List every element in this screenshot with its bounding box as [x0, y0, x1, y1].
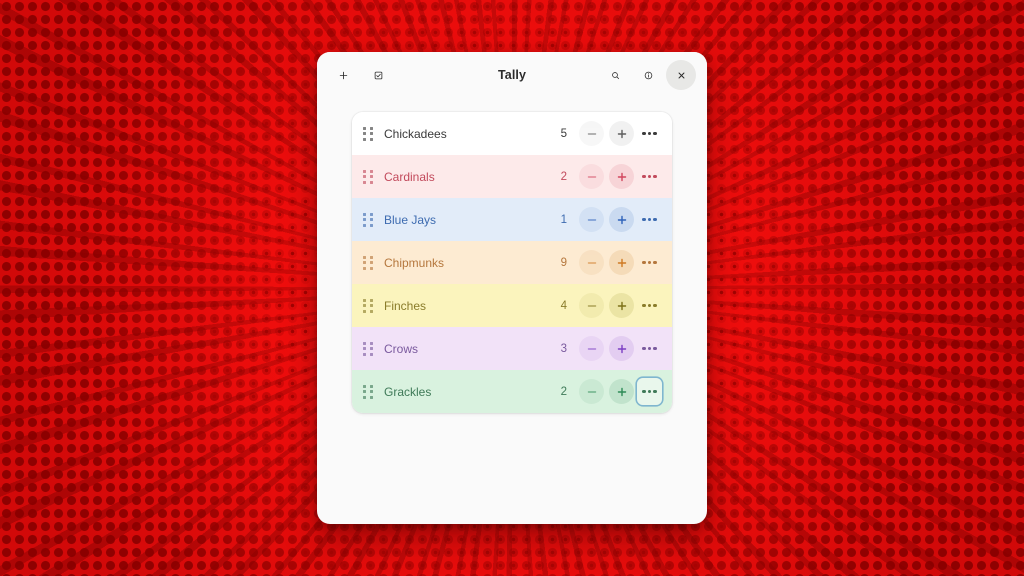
- ellipsis-icon: [642, 174, 657, 179]
- desktop-background: Tally Chickadees 5 Cardinals 2 Blue Jays…: [0, 0, 1024, 576]
- table-row[interactable]: Finches 4: [352, 284, 672, 327]
- increment-button[interactable]: [609, 293, 634, 318]
- window-content: Chickadees 5 Cardinals 2 Blue Jays 1 Chipmunks…: [317, 98, 707, 524]
- row-count: 2: [560, 385, 567, 398]
- header-right-controls: [600, 60, 696, 90]
- minus-icon: [587, 304, 596, 307]
- minus-icon: [587, 390, 596, 393]
- minus-icon: [587, 218, 596, 221]
- row-label: Finches: [384, 298, 427, 313]
- plus-icon: [617, 258, 626, 267]
- drag-handle-icon[interactable]: [361, 212, 375, 228]
- drag-handle-icon[interactable]: [361, 298, 375, 314]
- ellipsis-icon: [642, 303, 657, 308]
- row-label: Cardinals: [384, 169, 435, 184]
- drag-handle-icon[interactable]: [361, 126, 375, 142]
- increment-button[interactable]: [609, 207, 634, 232]
- checkbox-checked-icon: [374, 71, 382, 79]
- row-count: 9: [560, 256, 567, 269]
- ellipsis-icon: [642, 260, 657, 265]
- close-icon: [678, 72, 684, 78]
- decrement-button[interactable]: [579, 293, 604, 318]
- select-mode-button[interactable]: [363, 60, 393, 90]
- increment-button[interactable]: [609, 336, 634, 361]
- plus-icon: [617, 344, 626, 353]
- decrement-button[interactable]: [579, 207, 604, 232]
- table-row[interactable]: Blue Jays 1: [352, 198, 672, 241]
- more-menu-button[interactable]: [637, 378, 662, 405]
- drag-handle-icon[interactable]: [361, 169, 375, 185]
- drag-handle-icon[interactable]: [361, 255, 375, 271]
- minus-icon: [587, 175, 596, 178]
- row-label: Grackles: [384, 384, 432, 399]
- table-row[interactable]: Chipmunks 9: [352, 241, 672, 284]
- tally-list: Chickadees 5 Cardinals 2 Blue Jays 1 Chipmunks…: [352, 112, 672, 413]
- drag-handle-icon[interactable]: [361, 384, 375, 400]
- ellipsis-icon: [642, 346, 657, 351]
- ellipsis-icon: [642, 131, 657, 136]
- plus-icon: [617, 129, 626, 138]
- more-menu-button[interactable]: [637, 335, 662, 362]
- minus-icon: [587, 261, 596, 264]
- more-menu-button[interactable]: [637, 292, 662, 319]
- row-label: Blue Jays: [384, 212, 437, 227]
- more-menu-button[interactable]: [637, 163, 662, 190]
- ellipsis-icon: [642, 217, 657, 222]
- increment-button[interactable]: [609, 164, 634, 189]
- decrement-button[interactable]: [579, 336, 604, 361]
- increment-button[interactable]: [609, 250, 634, 275]
- table-row[interactable]: Chickadees 5: [352, 112, 672, 155]
- plus-icon: [617, 172, 626, 181]
- decrement-button[interactable]: [579, 164, 604, 189]
- close-button[interactable]: [666, 60, 696, 90]
- table-row[interactable]: Cardinals 2: [352, 155, 672, 198]
- increment-button[interactable]: [609, 121, 634, 146]
- drag-handle-icon[interactable]: [361, 341, 375, 357]
- info-button[interactable]: [633, 60, 663, 90]
- row-count: 5: [560, 127, 567, 140]
- row-count: 3: [560, 342, 567, 355]
- minus-icon: [587, 347, 596, 350]
- ellipsis-icon: [642, 389, 657, 394]
- info-circle-icon: [644, 71, 652, 79]
- tally-app-window: Tally Chickadees 5 Cardinals 2 Blue Jays…: [317, 52, 707, 524]
- row-label: Crows: [384, 341, 419, 356]
- search-button[interactable]: [600, 60, 630, 90]
- row-count: 1: [560, 213, 567, 226]
- decrement-button[interactable]: [579, 250, 604, 275]
- search-icon: [611, 71, 619, 79]
- plus-icon: [617, 215, 626, 224]
- minus-icon: [587, 132, 596, 135]
- decrement-button[interactable]: [579, 379, 604, 404]
- more-menu-button[interactable]: [637, 120, 662, 147]
- header-left-controls: [328, 60, 393, 90]
- row-label: Chipmunks: [384, 255, 445, 270]
- plus-icon: [339, 71, 347, 79]
- row-count: 4: [560, 299, 567, 312]
- more-menu-button[interactable]: [637, 249, 662, 276]
- increment-button[interactable]: [609, 379, 634, 404]
- plus-icon: [617, 387, 626, 396]
- add-button[interactable]: [328, 60, 358, 90]
- more-menu-button[interactable]: [637, 206, 662, 233]
- row-label: Chickadees: [384, 126, 447, 141]
- table-row[interactable]: Crows 3: [352, 327, 672, 370]
- decrement-button[interactable]: [579, 121, 604, 146]
- plus-icon: [617, 301, 626, 310]
- table-row[interactable]: Grackles 2: [352, 370, 672, 413]
- header-bar: Tally: [317, 52, 707, 98]
- row-count: 2: [560, 170, 567, 183]
